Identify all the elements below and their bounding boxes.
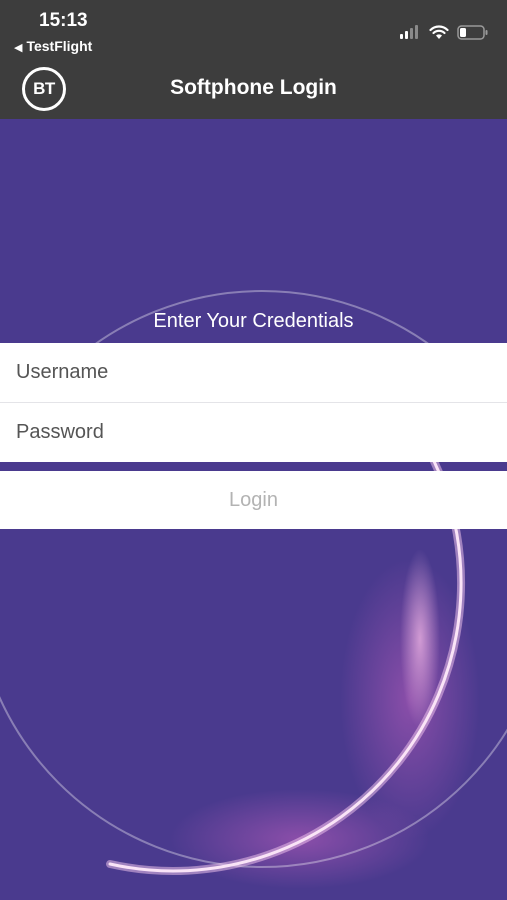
login-screen: 15:13 ◀ TestFlight BT Softphone Login En… bbox=[0, 0, 507, 900]
credentials-heading: Enter Your Credentials bbox=[153, 310, 354, 332]
back-app-label: TestFlight bbox=[26, 38, 93, 54]
status-time: 15:13 bbox=[39, 10, 88, 31]
top-bar: 15:13 ◀ TestFlight BT Softphone Login bbox=[0, 0, 507, 119]
battery-icon bbox=[457, 24, 488, 40]
back-to-app-link[interactable]: ◀ TestFlight bbox=[14, 38, 92, 54]
username-input[interactable] bbox=[14, 360, 507, 385]
password-input[interactable] bbox=[14, 420, 507, 445]
page-title: Softphone Login bbox=[170, 76, 337, 99]
login-button[interactable]: Login bbox=[0, 471, 507, 529]
username-field[interactable] bbox=[0, 343, 507, 402]
password-field[interactable] bbox=[0, 403, 507, 462]
back-arrow-icon: ◀ bbox=[14, 42, 23, 54]
status-icons bbox=[399, 22, 489, 42]
signal-icon bbox=[400, 25, 418, 39]
wifi-icon bbox=[429, 24, 449, 39]
login-content: Enter Your Credentials Login bbox=[0, 119, 507, 900]
